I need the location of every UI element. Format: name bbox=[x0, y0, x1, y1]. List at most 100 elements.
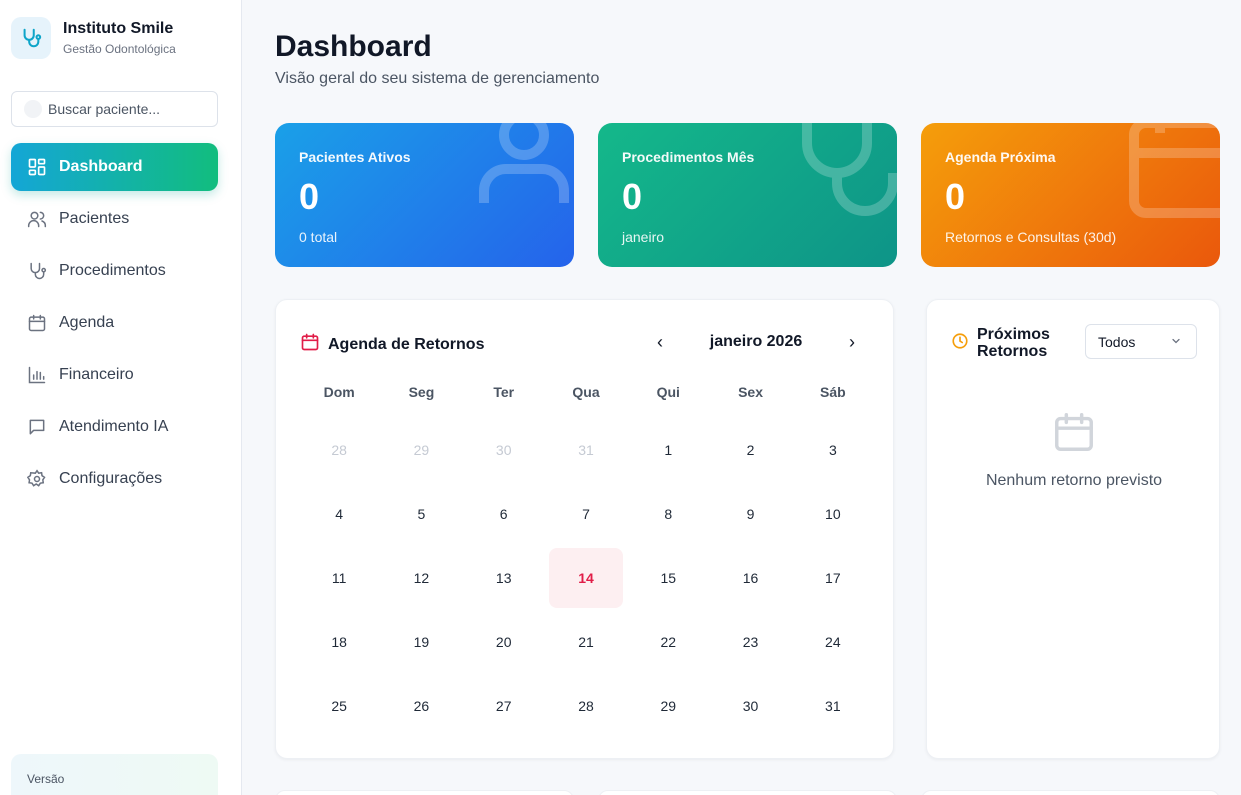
calendar-day[interactable]: 27 bbox=[467, 676, 541, 736]
calendar-day[interactable]: 12 bbox=[384, 548, 458, 608]
brand[interactable]: Instituto Smile Gestão Odontológica bbox=[11, 17, 176, 59]
calendar-day[interactable]: 3 bbox=[796, 420, 870, 480]
calendar-day[interactable]: 7 bbox=[549, 484, 623, 544]
calendar-day[interactable]: 15 bbox=[631, 548, 705, 608]
stat-card-pacientes[interactable]: Pacientes Ativos 0 0 total bbox=[275, 123, 574, 267]
sidebar-item-configura-es[interactable]: Configurações bbox=[11, 455, 218, 503]
search-icon bbox=[24, 100, 42, 118]
calendar-day[interactable]: 30 bbox=[713, 676, 787, 736]
calendar-day[interactable]: 29 bbox=[384, 420, 458, 480]
stat-card-procedimentos[interactable]: Procedimentos Mês 0 janeiro bbox=[598, 123, 897, 267]
stethoscope-icon bbox=[802, 123, 897, 216]
brand-title: Instituto Smile bbox=[63, 20, 174, 37]
calendar-title: Agenda de Retornos bbox=[328, 335, 485, 353]
gear-icon bbox=[27, 469, 47, 489]
brand-subtitle: Gestão Odontológica bbox=[63, 42, 176, 56]
version-label: Versão bbox=[27, 772, 65, 786]
calendar-day[interactable]: 28 bbox=[549, 676, 623, 736]
calendar-icon bbox=[300, 332, 320, 357]
month-label: janeiro 2026 bbox=[709, 333, 803, 350]
sidebar-item-dashboard[interactable]: Dashboard bbox=[11, 143, 218, 191]
calendar-day[interactable]: 30 bbox=[467, 420, 541, 480]
weekday-label: Dom bbox=[323, 384, 355, 400]
sidebar-item-label: Atendimento IA bbox=[59, 418, 169, 435]
sidebar-item-agenda[interactable]: Agenda bbox=[11, 299, 218, 347]
calendar-day[interactable]: 20 bbox=[467, 612, 541, 672]
sidebar-item-procedimentos[interactable]: Procedimentos bbox=[11, 247, 218, 295]
stat-sub: janeiro bbox=[622, 229, 665, 245]
stat-card-agenda[interactable]: Agenda Próxima 0 Retornos e Consultas (3… bbox=[921, 123, 1220, 267]
calendar-day[interactable]: 16 bbox=[713, 548, 787, 608]
calendar-day[interactable]: 19 bbox=[384, 612, 458, 672]
main-content: Dashboard Visão geral do seu sistema de … bbox=[243, 0, 1241, 795]
users-icon bbox=[27, 209, 47, 229]
calendar-day[interactable]: 13 bbox=[467, 548, 541, 608]
sidebar-item-pacientes[interactable]: Pacientes bbox=[11, 195, 218, 243]
stethoscope-icon bbox=[11, 17, 51, 59]
sidebar-item-label: Agenda bbox=[59, 314, 115, 331]
returns-title: Próximos Retornos bbox=[977, 326, 1050, 360]
sidebar-item-label: Dashboard bbox=[59, 158, 143, 175]
stethoscope-icon bbox=[27, 261, 47, 281]
calendar-day[interactable]: 31 bbox=[549, 420, 623, 480]
calendar-day[interactable]: 18 bbox=[302, 612, 376, 672]
sidebar: Instituto Smile Gestão Odontológica Dash… bbox=[0, 0, 242, 795]
sidebar-item-label: Pacientes bbox=[59, 210, 130, 227]
stat-label: Agenda Próxima bbox=[945, 149, 1056, 165]
calendar-day[interactable]: 11 bbox=[302, 548, 376, 608]
weekday-label: Qua bbox=[572, 384, 600, 400]
search-box[interactable] bbox=[11, 91, 218, 127]
stat-label: Procedimentos Mês bbox=[622, 149, 755, 165]
empty-state-text: Nenhum retorno previsto bbox=[985, 472, 1163, 489]
weekday-label: Ter bbox=[493, 384, 515, 400]
calendar-day[interactable]: 21 bbox=[549, 612, 623, 672]
calendar-day[interactable]: 2 bbox=[713, 420, 787, 480]
next-month-button[interactable]: › bbox=[838, 330, 866, 354]
calendar-icon bbox=[1129, 123, 1220, 218]
calendar-day[interactable]: 29 bbox=[631, 676, 705, 736]
calendar-day[interactable]: 1 bbox=[631, 420, 705, 480]
calendar-day[interactable]: 22 bbox=[631, 612, 705, 672]
dashboard-grid-icon bbox=[27, 157, 47, 177]
stat-label: Pacientes Ativos bbox=[299, 149, 411, 165]
calendar-day[interactable]: 26 bbox=[384, 676, 458, 736]
weekday-header: Dom Seg Ter Qua Qui Sex Sáb bbox=[298, 384, 874, 400]
weekday-label: Sex bbox=[738, 384, 764, 400]
calendar-day-today[interactable]: 14 bbox=[548, 548, 624, 608]
message-icon bbox=[27, 417, 47, 437]
sidebar-item-financeiro[interactable]: Financeiro bbox=[11, 351, 218, 399]
sidebar-nav: Dashboard Pacientes Procedimentos Agenda Fin… bbox=[11, 143, 218, 507]
sidebar-item-label: Configurações bbox=[59, 470, 163, 487]
user-icon bbox=[479, 123, 569, 203]
calendar-day[interactable]: 8 bbox=[631, 484, 705, 544]
calendar-icon bbox=[27, 313, 47, 333]
page-title: Dashboard bbox=[275, 30, 432, 63]
calendar-day[interactable]: 5 bbox=[384, 484, 458, 544]
calendar-empty-icon bbox=[1051, 408, 1097, 461]
bottom-card bbox=[275, 790, 574, 795]
page-subtitle: Visão geral do seu sistema de gerenciame… bbox=[275, 70, 600, 87]
search-input[interactable] bbox=[48, 101, 208, 117]
calendar-day[interactable]: 10 bbox=[796, 484, 870, 544]
calendar-day[interactable]: 9 bbox=[713, 484, 787, 544]
prev-month-button[interactable]: ‹ bbox=[646, 330, 674, 354]
calendar-day[interactable]: 28 bbox=[302, 420, 376, 480]
calendar-day[interactable]: 23 bbox=[713, 612, 787, 672]
calendar-day[interactable]: 31 bbox=[796, 676, 870, 736]
stat-sub: Retornos e Consultas (30d) bbox=[945, 229, 1117, 245]
calendar-day[interactable]: 6 bbox=[467, 484, 541, 544]
weekday-label: Sáb bbox=[820, 384, 846, 400]
calendar-day[interactable]: 17 bbox=[796, 548, 870, 608]
stat-sub: 0 total bbox=[299, 229, 338, 245]
calendar-day[interactable]: 25 bbox=[302, 676, 376, 736]
sidebar-item-atendimento-ia[interactable]: Atendimento IA bbox=[11, 403, 218, 451]
calendar-day[interactable]: 24 bbox=[796, 612, 870, 672]
clock-icon bbox=[951, 332, 969, 355]
returns-filter-select[interactable]: Todos bbox=[1085, 324, 1197, 359]
calendar-day[interactable]: 4 bbox=[302, 484, 376, 544]
returns-card: Próximos Retornos Todos Nenhum retorno p… bbox=[926, 299, 1220, 759]
version-box: Versão bbox=[11, 754, 218, 795]
calendar-card: Agenda de Retornos ‹ janeiro 2026 › Dom S… bbox=[275, 299, 894, 759]
calendar-grid: 28 29 30 31 1 2 3 4 5 6 7 8 9 10 11 12 13 14 15 16 17 18 19 20 2… bbox=[298, 418, 874, 738]
bottom-card bbox=[598, 790, 897, 795]
